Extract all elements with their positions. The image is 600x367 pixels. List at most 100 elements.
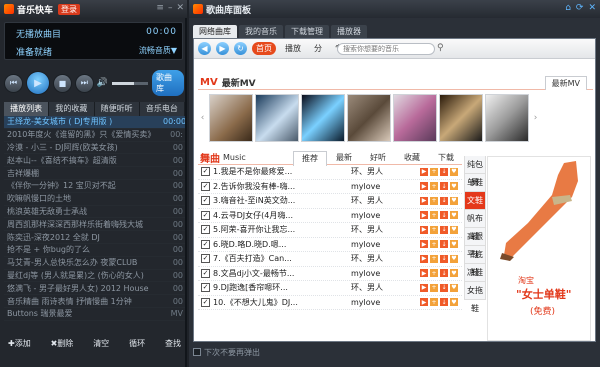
song-checkbox[interactable]: ✓ [201,297,210,307]
download-song-icon[interactable]: ↓ [440,225,448,234]
playlist-item[interactable]: 赵本山--《喜结不搞车》超清版 00 [4,154,185,168]
mv-thumbnail[interactable] [439,94,483,142]
favorite-song-icon[interactable]: ♥ [450,254,458,263]
song-row[interactable]: ✓ 2.告诉你我没有棒-嗨... mylove ▶ + ↓ ♥ [198,180,462,194]
tab-playlist[interactable]: 播放列表 [4,102,50,116]
mv-thumbnail[interactable] [485,94,529,142]
tab-my-music[interactable]: 我的音乐 [239,25,283,38]
tab-recommended[interactable]: 推荐 [293,151,327,166]
add-song-icon[interactable]: + [430,254,438,263]
tab-collect[interactable]: 收藏 [395,151,429,166]
next-arrow-icon[interactable]: › [531,113,540,123]
song-row[interactable]: ✓ 5.阿荣-喜开你让我忘... 环、男人 ▶ + ↓ ♥ [198,223,462,238]
shoe-category-item[interactable]: 凉鞋 [464,264,486,282]
mv-thumbnail[interactable] [255,94,299,142]
tab-latest[interactable]: 最新 [327,151,361,166]
song-row[interactable]: ✓ 3.嗨音社-至iN英文劲... 环、男人 ▶ + ↓ ♥ [198,194,462,209]
song-library-button[interactable]: 歌曲库 [152,70,184,96]
tab-player[interactable]: 播放器 [331,25,367,38]
song-row[interactable]: ✓ 7.《百夫打造》Can... 环、男人 ▶ + ↓ ♥ [198,252,462,267]
playlist-item[interactable]: 马艾青-男人总快乐怎么办 夜蒙CLUB 00 [4,257,185,270]
volume-slider[interactable] [112,81,149,85]
favorite-song-icon[interactable]: ♥ [450,269,458,278]
song-title[interactable]: 2.告诉你我没有棒-嗨... [213,181,318,192]
dont-show-checkbox[interactable] [193,348,201,356]
song-row[interactable]: ✓ 6.晓D.咯D.晓D.嗯... mylove ▶ + ↓ ♥ [198,238,462,252]
playlist-item[interactable]: 吹嘛帆慢口的土地 00 [4,193,185,206]
song-title[interactable]: 5.阿荣-喜开你让我忘... [213,224,318,235]
panel-titlebar[interactable]: 歌曲库面板 ⌂ ⟳ ✕ [189,0,600,18]
song-checkbox[interactable]: ✓ [201,167,210,177]
favorite-song-icon[interactable]: ♥ [450,196,458,205]
clear-button[interactable]: 清空 [93,338,109,349]
shoe-category-item[interactable]: 帆布鞋 [464,210,486,241]
add-song-icon[interactable]: + [430,269,438,278]
song-checkbox[interactable]: ✓ [201,196,210,206]
playlist-item[interactable]: 曼红dj等 (男人就是累)之 (伤心的女人) 00 [4,270,185,283]
close-icon[interactable]: ✕ [176,3,184,14]
download-song-icon[interactable]: ↓ [440,211,448,220]
download-song-icon[interactable]: ↓ [440,283,448,292]
song-checkbox[interactable]: ✓ [201,210,210,220]
prev-arrow-icon[interactable]: ‹ [198,113,207,123]
mv-thumbnail[interactable] [209,94,253,142]
player-titlebar[interactable]: 音乐快车 登录 ≡ – ✕ [0,0,187,18]
favorite-song-icon[interactable]: ♥ [450,283,458,292]
mv-thumbnail[interactable] [347,94,391,142]
play-song-icon[interactable]: ▶ [420,269,428,278]
song-checkbox[interactable]: ✓ [201,239,210,249]
shoe-category-item[interactable]: 文鞋 [464,192,486,210]
find-button[interactable]: 查找 [165,338,181,349]
add-song-icon[interactable]: + [430,167,438,176]
add-song-icon[interactable]: + [430,196,438,205]
play-song-icon[interactable]: ▶ [420,182,428,191]
add-song-icon[interactable]: + [430,298,438,307]
play-song-icon[interactable]: ▶ [420,283,428,292]
delete-button[interactable]: ✖删除 [51,338,74,349]
nav-play[interactable]: 播放 [281,42,305,55]
loop-button[interactable]: 循环 [129,338,145,349]
playlist-item[interactable]: 悠满飞 - 男子最好男人女) 2012 House 00 [4,282,185,296]
add-button[interactable]: ✚添加 [8,338,31,349]
favorite-song-icon[interactable]: ♥ [450,225,458,234]
song-row[interactable]: ✓ 1.我是不是你最疼爱... 环、男人 ▶ + ↓ ♥ [198,165,462,180]
tab-downloads[interactable]: 下载管理 [285,25,329,38]
forward-icon[interactable]: ▶ [216,42,229,55]
song-title[interactable]: 3.嗨音社-至iN英文劲... [213,195,318,206]
playlist-item[interactable]: 陈奕迅-深夜2012 全就 DJ 00 [4,231,185,244]
mv-latest-tab[interactable]: 最新MV [544,76,587,90]
menu-icon[interactable]: ≡ [156,3,164,14]
add-song-icon[interactable]: + [430,240,438,249]
shoe-category-item[interactable]: 单鞋 [464,174,486,192]
shoe-category-item[interactable]: 纯包男 [464,156,486,187]
previous-button[interactable]: ⏮ [4,73,23,93]
download-song-icon[interactable]: ↓ [440,269,448,278]
song-title[interactable]: 1.我是不是你最疼爱... [213,166,318,177]
playlist-item[interactable]: 2010年度火《谁留的黑》只《爱情买卖》 00: [4,129,185,142]
play-song-icon[interactable]: ▶ [420,196,428,205]
add-song-icon[interactable]: + [430,225,438,234]
song-title[interactable]: 9.DJ跑逸[香帘嗯环... [213,282,318,293]
back-icon[interactable]: ◀ [198,42,211,55]
song-checkbox[interactable]: ✓ [201,181,210,191]
song-row[interactable]: ✓ 9.DJ跑逸[香帘嗯环... 环、男人 ▶ + ↓ ♥ [198,281,462,296]
mv-thumbnail[interactable] [393,94,437,142]
minimize-icon[interactable]: – [168,3,173,14]
tab-good[interactable]: 好听 [361,151,395,166]
shoe-category-item[interactable]: 高跟鞋 [464,228,486,259]
add-song-icon[interactable]: + [430,211,438,220]
download-song-icon[interactable]: ↓ [440,167,448,176]
play-button[interactable]: ▶ [25,71,50,95]
close-icon[interactable]: ✕ [588,3,596,13]
song-checkbox[interactable]: ✓ [201,283,210,293]
home-icon[interactable]: ⌂ [565,3,571,13]
favorite-song-icon[interactable]: ♥ [450,167,458,176]
favorite-song-icon[interactable]: ♥ [450,240,458,249]
quality-select[interactable]: 流畅音质▼ [139,45,177,56]
nav-home[interactable]: 首页 [252,42,276,55]
play-song-icon[interactable]: ▶ [420,298,428,307]
playlist-item[interactable]: Buttons 瑞景最爱 MV [4,308,185,321]
playlist-item[interactable]: 音乐精曲 雨诗表情 抒情慢曲 1分钟 00 [4,295,185,308]
download-song-icon[interactable]: ↓ [440,298,448,307]
favorite-song-icon[interactable]: ♥ [450,298,458,307]
